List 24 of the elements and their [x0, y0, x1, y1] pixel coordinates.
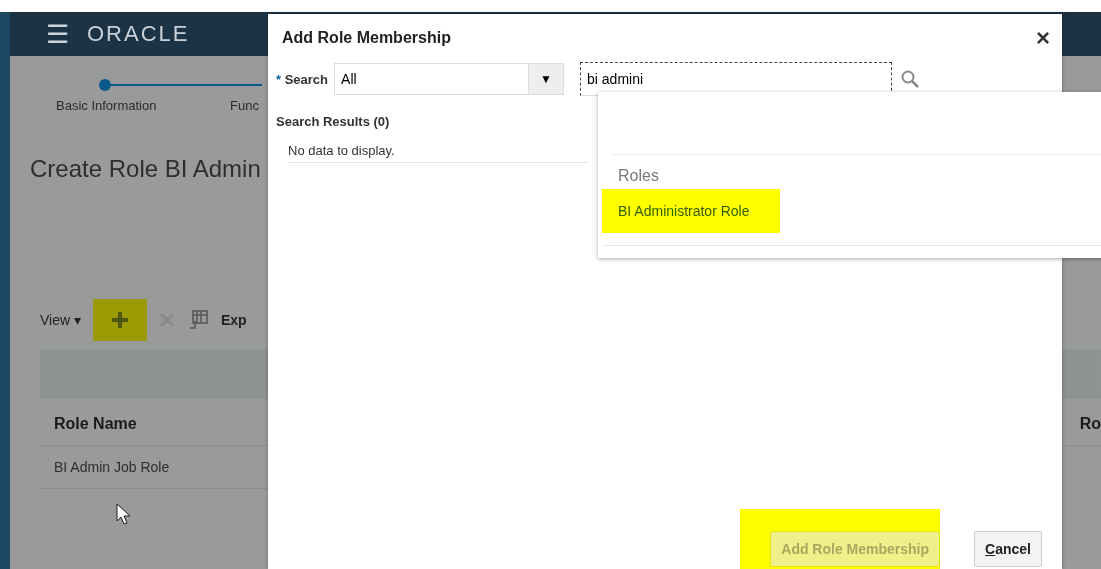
- export-button[interactable]: Exp: [221, 312, 247, 328]
- cancel-button[interactable]: Cancel: [974, 531, 1042, 567]
- dialog-title: Add Role Membership: [282, 29, 451, 47]
- cursor-icon: [116, 503, 132, 525]
- column-header: Ro: [1079, 415, 1101, 433]
- menu-icon[interactable]: ☰: [46, 18, 69, 50]
- group-heading: Roles: [617, 166, 660, 185]
- column-header: Role Name: [54, 415, 137, 433]
- table-cell: BI Admin Job Role: [54, 459, 170, 475]
- search-label: * Search: [276, 71, 329, 87]
- plus-icon: [110, 310, 130, 330]
- train-step-label[interactable]: Func: [222, 98, 262, 113]
- brand-logo: ORACLE: [87, 21, 190, 47]
- add-button[interactable]: [93, 299, 147, 341]
- train-step-label[interactable]: Basic Information: [48, 98, 222, 113]
- scope-dropdown[interactable]: All ▼: [334, 63, 565, 95]
- search-icon[interactable]: [900, 69, 921, 89]
- close-button[interactable]: ×: [1036, 24, 1050, 52]
- view-menu[interactable]: View ▾: [40, 312, 81, 328]
- export-icon[interactable]: [187, 309, 209, 331]
- empty-message: No data to display.: [288, 143, 588, 163]
- results-title: Search Results (0): [276, 114, 391, 129]
- suggestion-item[interactable]: BI Administrator Role: [602, 189, 780, 233]
- page-title: Create Role BI Admin: [30, 155, 261, 183]
